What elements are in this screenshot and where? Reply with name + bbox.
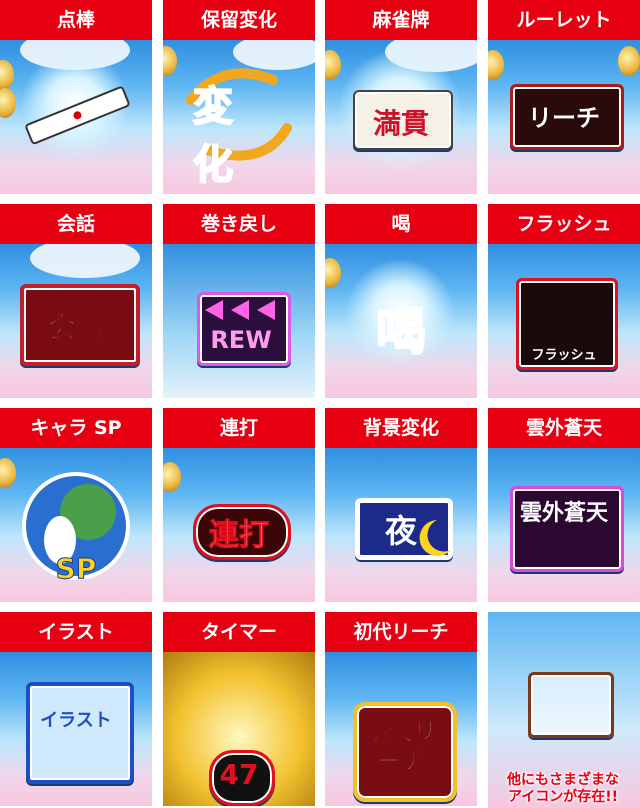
tile-flash: フラッシュ フラッシュ [488, 204, 640, 398]
tile-character-sp: キャラ SP SP [0, 408, 152, 602]
tile-label: 雲外蒼天 [488, 408, 640, 448]
illustration-text: イラスト [40, 710, 112, 731]
flash-text: フラッシュ [531, 348, 597, 363]
roulette-text: リーチ [528, 104, 600, 132]
tile-label: 会話 [0, 204, 152, 244]
tile-background-change: 背景変化 夜 [325, 408, 477, 602]
rapid-press-text: 連打 [209, 518, 270, 554]
tile-mahjong: 麻雀牌 満貫 [325, 0, 477, 194]
tile-point-stick: 点棒 [0, 0, 152, 194]
ungaisouten-icon [510, 486, 624, 572]
tile-roulette: ルーレット リーチ [488, 0, 640, 194]
tile-rapid-press: 連打 連打 [163, 408, 315, 602]
tile-label: 連打 [163, 408, 315, 448]
character-sp-text: SP [55, 552, 97, 586]
tile-ungaisouten: 雲外蒼天 雲外蒼天 [488, 408, 640, 602]
caption-line-1: 他にもさまざまな [507, 772, 619, 788]
tile-rewind: 巻き戻し REW [163, 204, 315, 398]
katsu-icon: 喝 [375, 302, 427, 362]
tile-label: フラッシュ [488, 204, 640, 244]
timer-text: 47 [219, 758, 259, 791]
tile-katsu: 喝 喝 [325, 204, 477, 398]
tile-hold-change: 保留変化 変化 [163, 0, 315, 194]
tile-illustration: イラスト イラスト [0, 612, 152, 806]
tile-label: タイマー [163, 612, 315, 652]
icon-grid: 点棒 保留変化 変化 麻雀牌 満貫 ルーレット リーチ 会話 会話 巻き戻し R… [0, 0, 640, 808]
tile-label: 初代リーチ [325, 612, 477, 652]
tile-label: キャラ SP [0, 408, 152, 448]
rewind-arrows-icon [205, 300, 275, 320]
treasure-box-icon [528, 672, 614, 738]
tile-more-icons: 他にもさまざまな アイコンが存在!! [488, 612, 640, 808]
ungaisouten-text: 雲外蒼天 [519, 501, 608, 526]
tile-label: イラスト [0, 612, 152, 652]
tile-first-reach: 初代リーチ 初代リーチ [325, 612, 477, 806]
more-icons-caption: 他にもさまざまな アイコンが存在!! [490, 772, 636, 806]
conversation-text: 会話 [47, 311, 104, 345]
tile-label: 背景変化 [325, 408, 477, 448]
illustration-icon [26, 682, 134, 784]
caption-line-2: アイコンが存在!! [507, 789, 619, 805]
tile-label: 巻き戻し [163, 204, 315, 244]
hold-change-text: 変化 [192, 83, 234, 189]
rewind-text: REW [210, 326, 272, 354]
tile-label: 喝 [325, 204, 477, 244]
moon-icon [419, 520, 451, 556]
tile-label: 保留変化 [163, 0, 315, 40]
mahjong-tile-text: 満貫 [372, 107, 429, 140]
tile-label: ルーレット [488, 0, 640, 40]
tile-conversation: 会話 会話 [0, 204, 152, 398]
first-reach-text: 初代リーチ [365, 717, 438, 776]
tile-label: 点棒 [0, 0, 152, 40]
point-stick-icon [25, 86, 130, 145]
tile-label: 麻雀牌 [325, 0, 477, 40]
tile-timer: タイマー 47 [163, 612, 315, 806]
